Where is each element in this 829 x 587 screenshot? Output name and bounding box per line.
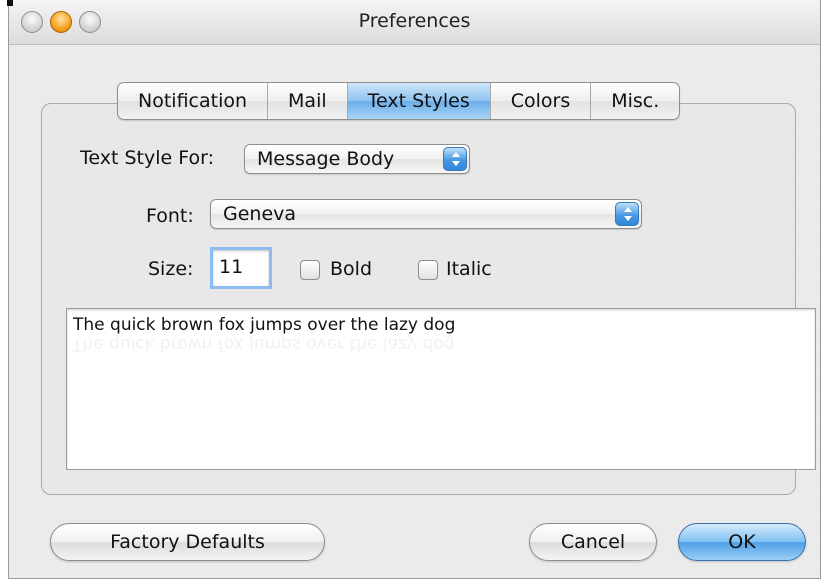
tab-mail[interactable]: Mail (268, 83, 348, 119)
font-value: Geneva (223, 203, 297, 225)
text-style-preview: The quick brown fox jumps over the lazy … (66, 308, 816, 470)
text-style-for-popup[interactable]: Message Body (244, 144, 470, 174)
font-label: Font: (146, 205, 194, 227)
tab-misc[interactable]: Misc. (591, 83, 679, 119)
text-style-for-value: Message Body (257, 148, 395, 170)
tab-text-styles[interactable]: Text Styles (347, 83, 491, 119)
tab-bar: Notification Mail Text Styles Colors Mis… (117, 82, 681, 120)
window-title: Preferences (358, 10, 471, 32)
popup-arrows-icon (615, 202, 639, 226)
preview-text: The quick brown fox jumps over the lazy … (73, 315, 456, 335)
title-bar[interactable]: Preferences (7, 0, 820, 45)
factory-defaults-button[interactable]: Factory Defaults (50, 523, 325, 561)
font-popup[interactable]: Geneva (210, 199, 642, 229)
ok-button[interactable]: OK (678, 523, 806, 561)
size-field[interactable]: 11 (210, 247, 272, 289)
tab-notification[interactable]: Notification (118, 83, 269, 119)
window-corner (7, 0, 13, 6)
bold-label: Bold (330, 258, 372, 280)
popup-arrows-icon (443, 147, 467, 171)
size-label: Size: (148, 258, 194, 280)
text-style-for-label: Text Style For: (80, 147, 214, 169)
cancel-button[interactable]: Cancel (529, 523, 657, 561)
bold-checkbox[interactable] (300, 260, 320, 280)
tab-colors[interactable]: Colors (491, 83, 592, 119)
italic-label: Italic (446, 258, 492, 280)
italic-checkbox[interactable] (418, 260, 438, 280)
